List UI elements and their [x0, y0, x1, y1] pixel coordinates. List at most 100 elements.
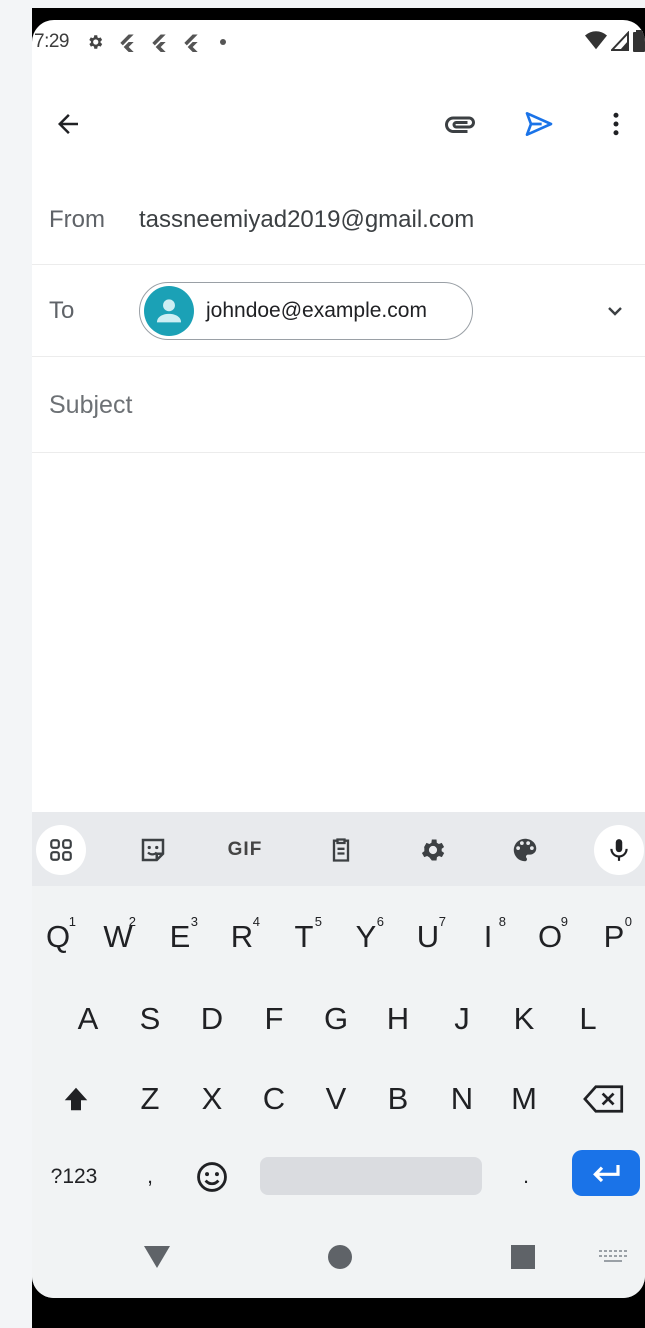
- apps-button[interactable]: [36, 825, 86, 875]
- key-c[interactable]: C: [246, 1064, 302, 1134]
- key-o[interactable]: O9: [522, 902, 578, 972]
- key-n[interactable]: N: [434, 1064, 490, 1134]
- screen: 7:29 From tassneemiyad2019@gmail.com To …: [32, 20, 645, 1298]
- enter-icon: [593, 1165, 620, 1183]
- key-a[interactable]: A: [60, 984, 116, 1054]
- recipient-chip[interactable]: johndoe@example.com: [139, 282, 473, 340]
- gif-button[interactable]: GIF: [220, 825, 270, 875]
- key-h[interactable]: H: [370, 984, 426, 1054]
- key-l[interactable]: L: [560, 984, 616, 1054]
- palette-icon: [513, 838, 537, 862]
- emoji-icon: [197, 1162, 227, 1192]
- keyboard-icon: [599, 1250, 627, 1262]
- signal-icon: [609, 30, 629, 57]
- to-row[interactable]: To johndoe@example.com: [32, 265, 645, 357]
- flutter-icon: [179, 30, 203, 54]
- expand-recipients-button[interactable]: [599, 295, 631, 327]
- key-w[interactable]: W2: [90, 902, 146, 972]
- status-right: [585, 30, 645, 58]
- from-row[interactable]: From tassneemiyad2019@gmail.com: [32, 175, 645, 265]
- key-u[interactable]: U7: [400, 902, 456, 972]
- key-p[interactable]: P0: [586, 902, 642, 972]
- key-f[interactable]: F: [246, 984, 302, 1054]
- emoji-key[interactable]: [184, 1142, 240, 1212]
- comma-key[interactable]: ,: [122, 1142, 178, 1212]
- to-label: To: [49, 296, 75, 324]
- gif-label: GIF: [227, 839, 263, 860]
- shift-key[interactable]: [48, 1064, 104, 1134]
- key-i[interactable]: I8: [460, 902, 516, 972]
- back-button[interactable]: [48, 104, 88, 144]
- more-vert-icon: [613, 112, 619, 136]
- navigation-bar: [32, 1224, 645, 1284]
- flutter-icon: [147, 30, 171, 54]
- more-options-button[interactable]: [596, 104, 636, 144]
- period-key[interactable]: .: [498, 1142, 554, 1212]
- key-z[interactable]: Z: [122, 1064, 178, 1134]
- nav-back-button[interactable]: [142, 1242, 172, 1272]
- key-g[interactable]: G: [308, 984, 364, 1054]
- nav-home-icon: [328, 1245, 352, 1269]
- app-bar: [32, 92, 645, 152]
- settings-button[interactable]: [408, 825, 458, 875]
- send-icon: [525, 112, 553, 136]
- key-v[interactable]: V: [308, 1064, 364, 1134]
- dot-icon: [211, 30, 235, 54]
- key-b[interactable]: B: [370, 1064, 426, 1134]
- symbols-key[interactable]: ?123: [44, 1142, 104, 1212]
- attach-button[interactable]: [440, 104, 480, 144]
- backspace-key[interactable]: [576, 1064, 632, 1134]
- key-d[interactable]: D: [184, 984, 240, 1054]
- subject-input[interactable]: [49, 385, 609, 425]
- gear-icon: [421, 839, 445, 861]
- enter-key[interactable]: [572, 1150, 640, 1196]
- device-frame: 7:29 From tassneemiyad2019@gmail.com To …: [32, 8, 645, 1328]
- arrow-back-icon: [58, 114, 78, 134]
- key-m[interactable]: M: [496, 1064, 552, 1134]
- chevron-down-icon: [608, 307, 622, 316]
- compose-body[interactable]: [32, 453, 645, 813]
- space-key[interactable]: [260, 1157, 482, 1195]
- key-row-4: ?123 , .: [32, 1142, 645, 1212]
- nav-back-icon: [144, 1246, 170, 1268]
- key-x[interactable]: X: [184, 1064, 240, 1134]
- backspace-icon: [583, 1085, 624, 1113]
- nav-home-button[interactable]: [325, 1242, 355, 1272]
- nav-recents-button[interactable]: [508, 1242, 538, 1272]
- voice-input-button[interactable]: [594, 825, 644, 875]
- clipboard-icon: [332, 838, 350, 862]
- settings-status-icon: [83, 30, 107, 54]
- clipboard-button[interactable]: [316, 825, 366, 875]
- grid-apps-icon: [50, 839, 72, 861]
- keyboard-switch-button[interactable]: [598, 1242, 628, 1272]
- sticker-button[interactable]: [128, 825, 178, 875]
- theme-button[interactable]: [500, 825, 550, 875]
- nav-recents-icon: [511, 1245, 535, 1269]
- keyboard: GIF Q1 W2 E3 R4 T5 Y 6 U 7 I 8 O 9 P 0 A…: [32, 812, 645, 1298]
- sticker-icon: [141, 838, 165, 862]
- key-row-2: A S D F G H J K L: [32, 984, 645, 1054]
- key-j[interactable]: J: [434, 984, 490, 1054]
- key-k[interactable]: K: [496, 984, 552, 1054]
- send-button[interactable]: [519, 104, 559, 144]
- key-row-3: Z X C V B N M: [32, 1064, 645, 1134]
- key-y[interactable]: Y6: [338, 902, 394, 972]
- key-r[interactable]: R4: [214, 902, 270, 972]
- person-icon: [156, 299, 182, 323]
- avatar: [144, 286, 194, 336]
- wifi-icon: [585, 31, 607, 57]
- recipient-email: johndoe@example.com: [206, 299, 427, 322]
- flutter-icon: [115, 30, 139, 54]
- status-bar: 7:29: [32, 20, 645, 64]
- key-s[interactable]: S: [122, 984, 178, 1054]
- subject-row: [32, 357, 645, 453]
- battery-icon: [633, 30, 645, 58]
- key-row-1: Q1 W2 E3 R4 T5 Y6 U7 I8 O9 P0: [32, 902, 645, 972]
- from-value[interactable]: tassneemiyad2019@gmail.com: [139, 206, 474, 234]
- key-e[interactable]: E3: [152, 902, 208, 972]
- paperclip-icon: [445, 116, 475, 133]
- from-label: From: [49, 205, 105, 233]
- key-t[interactable]: T5: [276, 902, 332, 972]
- key-q[interactable]: Q1: [32, 902, 86, 972]
- status-time: 7:29: [34, 31, 69, 52]
